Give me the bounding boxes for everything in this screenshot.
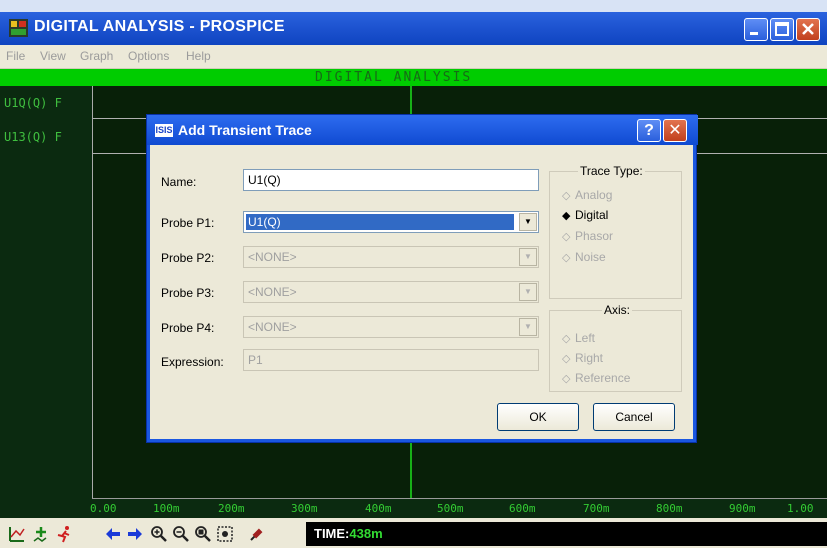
app-icon — [9, 19, 28, 37]
trace-labels-panel: U1Q(Q) F U13(Q) F — [0, 86, 92, 498]
menu-view[interactable]: View — [40, 49, 66, 63]
x-tick-label: 900m — [729, 502, 756, 515]
dropdown-arrow-icon[interactable]: ▼ — [519, 213, 537, 231]
x-tick-label: 400m — [365, 502, 392, 515]
x-tick-label: 500m — [437, 502, 464, 515]
probe-p3-select[interactable]: <NONE> ▼ — [243, 281, 539, 303]
x-tick-label: 600m — [509, 502, 536, 515]
radio-analog[interactable]: ◇ Analog — [562, 188, 612, 202]
probe-p4-select[interactable]: <NONE> ▼ — [243, 316, 539, 338]
minimize-button[interactable] — [744, 18, 768, 41]
x-tick-label: 1.00 — [787, 502, 814, 515]
zoom-out-icon[interactable] — [172, 525, 190, 543]
zoom-in-icon[interactable] — [150, 525, 168, 543]
name-input[interactable]: U1(Q) — [243, 169, 539, 191]
dropdown-arrow-icon[interactable]: ▼ — [519, 248, 537, 266]
trace-type-group: Trace Type: ◇ Analog ◆ Digital ◇ Phasor ◇ No… — [549, 164, 682, 299]
probe-p2-select[interactable]: <NONE> ▼ — [243, 246, 539, 268]
x-tick-label: 700m — [583, 502, 610, 515]
axis-group: Axis: ◇ Left ◇ Right ◇ Reference — [549, 303, 682, 392]
radio-icon: ◇ — [562, 252, 571, 264]
radio-icon: ◇ — [562, 231, 571, 243]
dialog-title: Add Transient Trace — [178, 122, 312, 138]
name-label: Name: — [161, 175, 197, 189]
top-strip — [0, 0, 827, 12]
dialog-title-bar[interactable]: ISIS Add Transient Trace ? ✕ — [147, 115, 698, 145]
menu-help[interactable]: Help — [186, 49, 211, 63]
trace-type-title: Trace Type: — [578, 164, 645, 178]
radio-digital[interactable]: ◆ Digital — [562, 208, 608, 222]
menu-options[interactable]: Options — [128, 49, 169, 63]
trace-label-2[interactable]: U13(Q) F — [4, 130, 62, 144]
dropdown-arrow-icon[interactable]: ▼ — [519, 318, 537, 336]
probe-p3-value: <NONE> — [248, 285, 297, 299]
x-tick-label: 0.00 — [90, 502, 117, 515]
x-tick-label: 100m — [153, 502, 180, 515]
menu-graph[interactable]: Graph — [80, 49, 113, 63]
radio-noise[interactable]: ◇ Noise — [562, 250, 606, 264]
add-transient-trace-dialog: ISIS Add Transient Trace ? ✕ Name: U1(Q)… — [146, 114, 698, 443]
radio-phasor[interactable]: ◇ Phasor — [562, 229, 613, 243]
title-bar[interactable]: DIGITAL ANALYSIS - PROSPICE — [0, 12, 827, 45]
probe-p2-value: <NONE> — [248, 250, 297, 264]
x-tick-label: 200m — [218, 502, 245, 515]
radio-right[interactable]: ◇ Right — [562, 351, 603, 365]
dialog-close-button[interactable]: ✕ — [663, 119, 687, 142]
arrow-right-icon[interactable] — [126, 525, 144, 543]
maximize-button[interactable] — [770, 18, 794, 41]
expression-input[interactable]: P1 — [243, 349, 539, 371]
radio-reference[interactable]: ◇ Reference — [562, 371, 630, 385]
add-trace-icon[interactable] — [32, 525, 50, 543]
dropdown-arrow-icon[interactable]: ▼ — [519, 283, 537, 301]
maximize-icon — [775, 22, 789, 36]
menu-bar: File View Graph Options Help — [0, 45, 827, 69]
graph-title-bar: DIGITAL ANALYSIS — [0, 69, 827, 86]
graph-title: DIGITAL ANALYSIS — [315, 70, 473, 85]
x-axis-line — [92, 498, 827, 499]
window-title: DIGITAL ANALYSIS - PROSPICE — [34, 18, 285, 35]
radio-icon: ◇ — [562, 190, 571, 202]
help-button[interactable]: ? — [637, 119, 661, 142]
ok-button[interactable]: OK — [497, 403, 579, 431]
run-simulation-icon[interactable] — [56, 525, 74, 543]
probe-p4-label: Probe P4: — [161, 321, 215, 335]
radio-icon: ◇ — [562, 353, 571, 365]
radio-left[interactable]: ◇ Left — [562, 331, 595, 345]
zoom-all-icon[interactable] — [194, 525, 212, 543]
bottom-toolbar: TIME:438m — [0, 518, 827, 548]
menu-file[interactable]: File — [6, 49, 25, 63]
cancel-button[interactable]: Cancel — [593, 403, 675, 431]
probe-p1-select[interactable]: U1(Q) ▼ — [243, 211, 539, 233]
isis-icon: ISIS — [155, 124, 173, 137]
probe-p3-label: Probe P3: — [161, 286, 215, 300]
probe-p1-label: Probe P1: — [161, 216, 215, 230]
time-value: 438m — [349, 526, 383, 541]
axis-title: Axis: — [602, 303, 633, 317]
x-tick-label: 800m — [656, 502, 683, 515]
probe-p2-label: Probe P2: — [161, 251, 215, 265]
radio-icon: ◇ — [562, 333, 571, 345]
time-readout: TIME:438m — [306, 522, 827, 546]
zoom-area-icon[interactable] — [216, 525, 234, 543]
expression-label: Expression: — [161, 355, 224, 369]
probe-icon[interactable] — [248, 525, 266, 543]
arrow-left-icon[interactable] — [104, 525, 122, 543]
x-tick-label: 300m — [291, 502, 318, 515]
probe-p1-value: U1(Q) — [246, 214, 514, 230]
graph-icon[interactable] — [8, 525, 26, 543]
radio-selected-icon: ◆ — [562, 210, 571, 222]
close-button[interactable] — [796, 18, 820, 41]
close-icon — [802, 23, 814, 35]
probe-p4-value: <NONE> — [248, 320, 297, 334]
radio-icon: ◇ — [562, 373, 571, 385]
time-label: TIME: — [314, 526, 350, 541]
trace-label-1[interactable]: U1Q(Q) F — [4, 96, 62, 110]
minimize-icon — [750, 32, 758, 35]
